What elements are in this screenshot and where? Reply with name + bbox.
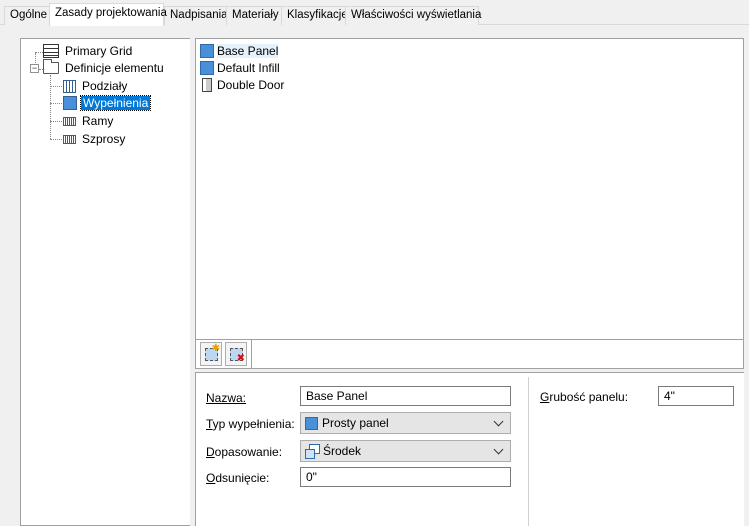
tree-item-divisions[interactable]: Podziały	[63, 78, 129, 94]
list-item-label: Default Infill	[217, 61, 280, 75]
toolbar-separator	[251, 340, 252, 369]
tree-line	[50, 103, 64, 104]
tree-item-label: Ramy	[82, 114, 114, 128]
infill-type-label: Typ wypełnienia:	[206, 417, 295, 431]
list-item-base-panel[interactable]: Base Panel	[200, 43, 279, 60]
alignment-label: Dopasowanie:	[206, 445, 283, 459]
mullion-icon	[63, 135, 76, 144]
tree-item-infills[interactable]: Wypełnienia	[63, 95, 152, 111]
name-field[interactable]: Base Panel	[300, 386, 511, 406]
list-item-label: Double Door	[217, 78, 285, 92]
list-item-label: Base Panel	[217, 44, 279, 58]
tree-item-frames[interactable]: Ramy	[63, 113, 115, 129]
add-infill-button[interactable]: ✱	[200, 342, 222, 366]
alignment-value: Środek	[323, 444, 362, 458]
tree-line	[50, 121, 64, 122]
tab-design-rules[interactable]: Zasady projektowania	[49, 3, 167, 26]
infill-list[interactable]: Base Panel Default Infill Double Door	[195, 38, 744, 340]
tree-item-mullions[interactable]: Szprosy	[63, 131, 127, 147]
folder-icon	[43, 59, 59, 74]
tree-item-element-definitions[interactable]: Definicje elementu	[43, 59, 166, 76]
panel-thickness-field[interactable]: 4"	[658, 386, 734, 406]
frame-icon	[63, 117, 76, 126]
tree-line	[50, 139, 64, 140]
tree-item-label: Podziały	[82, 79, 128, 93]
align-center-icon	[305, 444, 320, 459]
delete-infill-button[interactable]: ✖	[225, 342, 247, 366]
panel-thickness-label: Grubość panelu:	[540, 390, 629, 404]
tree-line	[50, 75, 51, 139]
infill-type-select[interactable]: Prosty panel	[300, 412, 511, 434]
tree-item-label: Primary Grid	[65, 44, 133, 58]
panel-icon	[200, 61, 214, 75]
properties-panel: Nazwa: Base Panel Typ wypełnienia: Prost…	[195, 372, 744, 526]
panel-icon	[305, 417, 318, 430]
tree-item-label: Definicje elementu	[65, 61, 164, 75]
tab-general[interactable]: Ogólne	[4, 6, 50, 25]
tab-materials[interactable]: Materiały	[226, 6, 282, 25]
list-toolbar: ✱ ✖	[195, 340, 744, 369]
tab-overrides[interactable]: Nadpisania	[164, 6, 228, 25]
door-icon	[202, 78, 212, 92]
list-item-default-infill[interactable]: Default Infill	[200, 60, 280, 77]
tab-display-properties[interactable]: Właściwości wyświetlania	[345, 6, 481, 25]
chevron-down-icon	[494, 444, 504, 456]
element-tree[interactable]: − Primary Grid Definicje elementu Podzia…	[20, 38, 190, 526]
panel-icon	[200, 44, 214, 58]
properties-divider	[528, 377, 529, 526]
list-item-double-door[interactable]: Double Door	[200, 77, 284, 94]
tree-line	[50, 86, 64, 87]
infill-type-value: Prosty panel	[322, 416, 389, 430]
offset-label: Odsunięcie:	[206, 471, 270, 485]
tree-item-label: Wypełnienia	[79, 95, 152, 111]
alignment-select[interactable]: Środek	[300, 440, 511, 462]
division-icon	[63, 80, 76, 93]
chevron-down-icon	[494, 416, 504, 428]
grid-icon	[43, 44, 59, 58]
tab-classifications[interactable]: Klasyfikacje	[281, 6, 348, 25]
tree-item-primary-grid[interactable]: Primary Grid	[43, 43, 134, 59]
name-label: Nazwa:	[206, 391, 247, 405]
tree-item-label: Szprosy	[82, 132, 126, 146]
infill-icon	[63, 96, 77, 110]
tab-strip: Ogólne Zasady projektowania Nadpisania M…	[0, 0, 749, 27]
tree-collapse-toggle[interactable]: −	[30, 64, 39, 73]
tree-line	[35, 52, 43, 53]
offset-field[interactable]: 0"	[300, 467, 511, 487]
star-icon: ✱	[211, 343, 220, 354]
close-icon: ✖	[236, 353, 245, 364]
